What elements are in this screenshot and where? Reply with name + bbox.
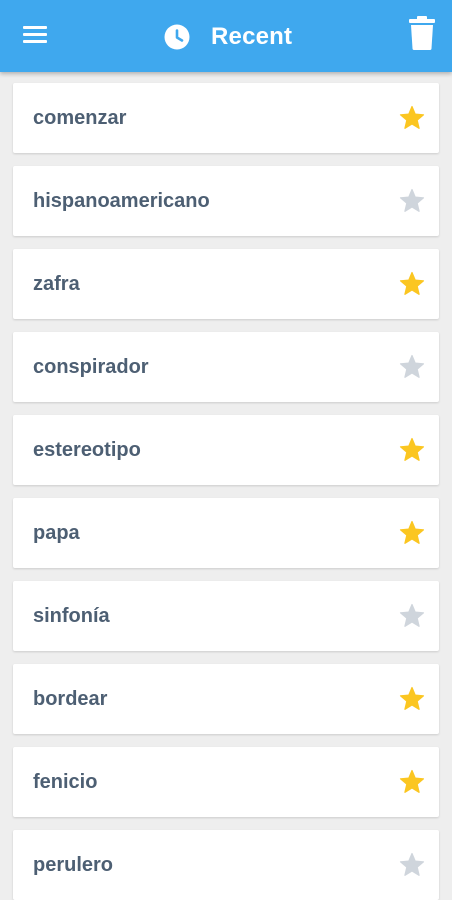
word-label: zafra — [33, 273, 80, 295]
word-label: fenicio — [33, 771, 98, 793]
word-label: perulero — [33, 854, 114, 876]
recent-word-item[interactable]: fenicio — [13, 747, 439, 817]
word-label: comenzar — [33, 107, 127, 129]
word-label: papa — [33, 522, 80, 544]
star-outline-icon[interactable] — [399, 603, 425, 629]
recent-word-item[interactable]: papa — [13, 498, 439, 568]
recent-word-item[interactable]: sinfonía — [13, 581, 439, 651]
clock-icon — [164, 24, 190, 50]
word-label: bordear — [33, 688, 108, 710]
star-filled-icon[interactable] — [399, 686, 425, 712]
title-group: Recent — [164, 20, 292, 54]
star-outline-icon[interactable] — [399, 354, 425, 380]
star-filled-icon[interactable] — [399, 769, 425, 795]
recent-word-item[interactable]: comenzar — [13, 83, 439, 153]
clear-history-button[interactable] — [408, 16, 436, 50]
recent-word-item[interactable]: conspirador — [13, 332, 439, 402]
recent-word-item[interactable]: perulero — [13, 830, 439, 900]
recent-word-item[interactable]: hispanoamericano — [13, 166, 439, 236]
menu-button[interactable] — [18, 20, 52, 50]
page-title: Recent — [211, 23, 293, 50]
recent-word-item[interactable]: bordear — [13, 664, 439, 734]
star-outline-icon[interactable] — [399, 188, 425, 214]
star-filled-icon[interactable] — [399, 105, 425, 131]
recent-word-item[interactable]: zafra — [13, 249, 439, 319]
word-label: estereotipo — [33, 439, 141, 461]
app-bar: Recent — [0, 0, 452, 72]
star-outline-icon[interactable] — [399, 852, 425, 878]
word-label: conspirador — [33, 356, 149, 378]
star-filled-icon[interactable] — [399, 520, 425, 546]
word-label: hispanoamericano — [33, 190, 210, 212]
star-filled-icon[interactable] — [399, 437, 425, 463]
star-filled-icon[interactable] — [399, 271, 425, 297]
word-label: sinfonía — [33, 605, 110, 627]
trash-icon — [409, 16, 435, 50]
recent-word-item[interactable]: estereotipo — [13, 415, 439, 485]
